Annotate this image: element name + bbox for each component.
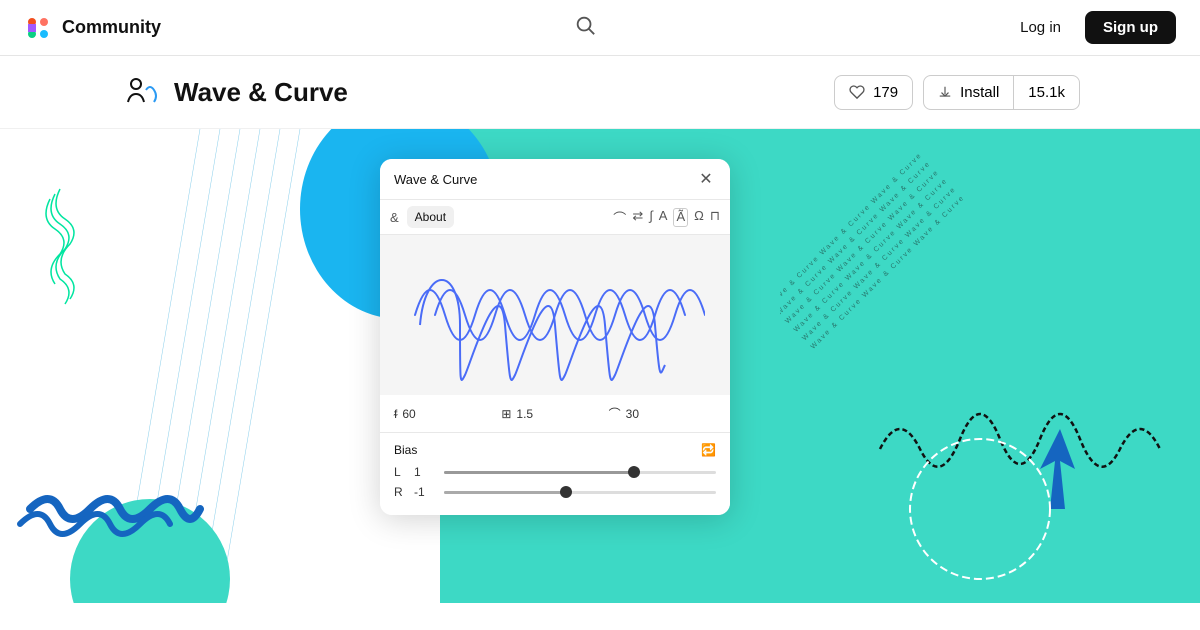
tool-icon-2[interactable]: ⇄ [632, 208, 643, 227]
figma-logo-icon [24, 14, 52, 42]
bias-icon: 🔁 [701, 443, 716, 457]
curve-icon: ⌒ [609, 405, 621, 422]
plugin-window-header: Wave & Curve ✕ [380, 159, 730, 200]
nav-icons: ⌒ ⇄ ∫ A Ã Ω ⊓ [613, 208, 720, 227]
bias-r-label: R [394, 485, 404, 499]
install-label: Install [960, 84, 999, 101]
plugin-actions: 179 Install 15.1k [834, 75, 1080, 110]
search-icon[interactable] [574, 14, 596, 41]
download-icon [938, 85, 952, 99]
bias-section: Bias 🔁 L 1 R -1 [380, 433, 730, 515]
navbar: Community Log in Sign up [0, 0, 1200, 56]
plugin-window-nav: & About ⌒ ⇄ ∫ A Ã Ω ⊓ [380, 200, 730, 235]
plugin-name: Wave & Curve [174, 77, 348, 108]
plugin-header: Wave & Curve 179 Install 15.1k [0, 56, 1200, 129]
control-item-2: ⊞ 1.5 [501, 407, 608, 421]
bias-title: Bias [394, 443, 417, 457]
bias-row-r: R -1 [394, 485, 716, 499]
bias-l-slider[interactable] [444, 471, 716, 474]
bias-row-l: L 1 [394, 465, 716, 479]
plugin-window-title: Wave & Curve [394, 172, 477, 187]
install-count: 15.1k [1013, 76, 1079, 109]
like-count: 179 [873, 84, 898, 101]
bias-l-label: L [394, 465, 404, 479]
control-item-1: ᵮ 60 [394, 407, 501, 421]
bias-header: Bias 🔁 [394, 443, 716, 457]
controls-row: ᵮ 60 ⊞ 1.5 ⌒ 30 [380, 395, 730, 433]
control-value-2: 1.5 [516, 407, 533, 421]
tool-icon-3[interactable]: ∫ [649, 208, 653, 227]
control-value-3: 30 [626, 407, 639, 421]
nav-right: Log in Sign up [1008, 11, 1176, 44]
close-button[interactable]: ✕ [696, 169, 716, 189]
control-value-1: 60 [402, 407, 415, 421]
plugin-icon [120, 72, 160, 112]
bias-r-slider[interactable] [444, 491, 716, 494]
navbar-left: Community [24, 14, 161, 42]
nav-title: Community [62, 17, 161, 38]
login-button[interactable]: Log in [1008, 11, 1073, 44]
tool-icon-6[interactable]: Ω [694, 208, 704, 227]
install-button[interactable]: Install [924, 76, 1013, 109]
tool-icon-5[interactable]: Ã [673, 208, 688, 227]
bias-r-value: -1 [414, 485, 434, 499]
tool-icon-7[interactable]: ⊓ [710, 208, 720, 227]
bias-l-value: 1 [414, 465, 434, 479]
wave-icon: ᵮ [394, 407, 397, 421]
install-wrapper: Install 15.1k [923, 75, 1080, 110]
wave-canvas [380, 235, 730, 395]
main-content: Wave & Curve ✕ & About ⌒ ⇄ ∫ A Ã Ω ⊓ [0, 129, 1200, 603]
tool-icon-4[interactable]: A [659, 208, 668, 227]
plugin-title-area: Wave & Curve [120, 72, 348, 112]
tool-icon-1[interactable]: ⌒ [613, 208, 626, 227]
control-item-3: ⌒ 30 [609, 405, 716, 422]
plugin-nav-icon: & [390, 210, 399, 225]
amplitude-icon: ⊞ [501, 407, 511, 421]
plugin-window: Wave & Curve ✕ & About ⌒ ⇄ ∫ A Ã Ω ⊓ [380, 159, 730, 515]
tab-about[interactable]: About [407, 206, 454, 228]
heart-icon [849, 84, 865, 100]
signup-button[interactable]: Sign up [1085, 11, 1176, 44]
like-button[interactable]: 179 [834, 75, 913, 110]
